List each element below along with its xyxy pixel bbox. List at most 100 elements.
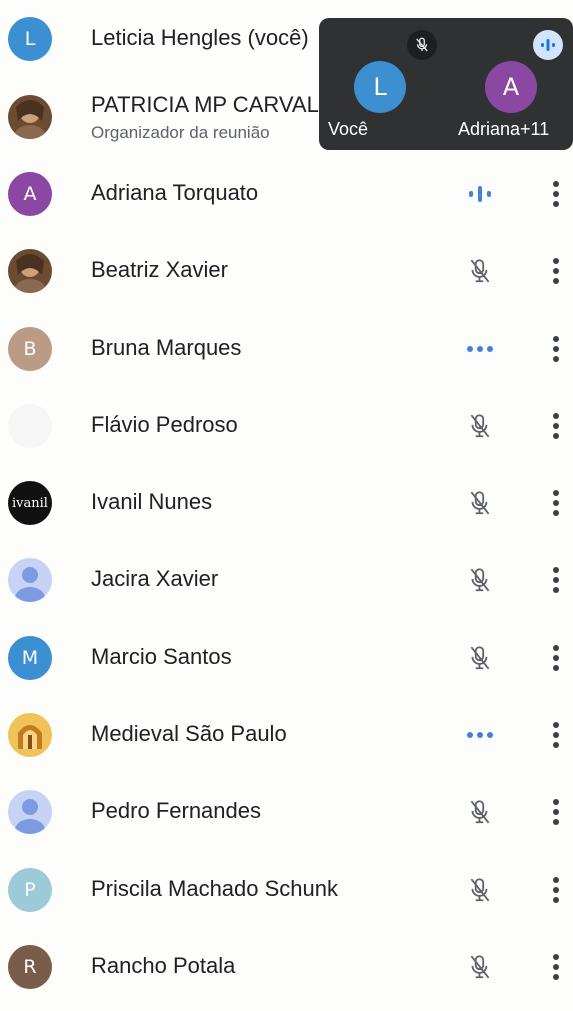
more-vert-icon: [553, 336, 559, 362]
avatar: A: [8, 172, 52, 216]
audio-level-icon: [469, 186, 491, 202]
more-options-button[interactable]: [544, 795, 568, 829]
more-vert-icon: [553, 413, 559, 439]
avatar-text: ivanil: [12, 495, 48, 511]
more-options-button[interactable]: [544, 950, 568, 984]
participant-name: Bruna Marques: [91, 335, 242, 360]
participant-name: Ivanil Nunes: [91, 489, 213, 514]
avatar: [8, 249, 52, 293]
avatar: B: [8, 327, 52, 371]
participant-name: Marcio Santos: [91, 644, 232, 669]
speaking-badge: [533, 30, 563, 60]
avatar: P: [8, 868, 52, 912]
photo-avatar-icon: [8, 95, 52, 139]
speaking-status: [463, 177, 497, 211]
participant-name: Flávio Pedroso: [91, 412, 238, 437]
avatar: [8, 95, 52, 139]
mic-off-icon: [470, 646, 490, 670]
more-vert-icon: [553, 877, 559, 903]
more-options-button[interactable]: [544, 409, 568, 443]
participant-row[interactable]: Medieval São Paulo: [0, 701, 573, 779]
mute-status: [463, 641, 497, 675]
connecting-dots-icon: [467, 732, 493, 738]
participant-name: Leticia Hengles (você): [91, 25, 309, 50]
mute-status: [463, 254, 497, 288]
medieval-logo-icon: [8, 713, 52, 757]
participant-name: Medieval São Paulo: [91, 721, 287, 746]
connecting-dots-icon: [467, 346, 493, 352]
mic-off-icon: [470, 568, 490, 592]
participant-row[interactable]: Pedro Fernandes: [0, 778, 573, 856]
avatar-initial: B: [23, 338, 37, 360]
more-vert-icon: [553, 799, 559, 825]
mute-status: [463, 486, 497, 520]
more-vert-icon: [553, 258, 559, 284]
mic-off-icon: [470, 491, 490, 515]
participant-row[interactable]: ivanil Ivanil Nunes: [0, 469, 573, 547]
participant-row[interactable]: Flávio Pedroso: [0, 392, 573, 470]
mic-off-icon: [416, 37, 428, 52]
mic-off-badge[interactable]: [407, 30, 437, 60]
more-options-button[interactable]: [544, 641, 568, 675]
more-options-button[interactable]: [544, 563, 568, 597]
more-options-button[interactable]: [544, 486, 568, 520]
avatar-initial: L: [24, 28, 36, 50]
avatar: [8, 713, 52, 757]
participant-row[interactable]: A Adriana Torquato: [0, 160, 573, 238]
other-avatar: A: [485, 61, 537, 113]
mute-status: [463, 873, 497, 907]
mic-off-icon: [470, 955, 490, 979]
mute-status: [463, 950, 497, 984]
avatar-initial: A: [23, 183, 37, 205]
more-options-button[interactable]: [544, 177, 568, 211]
connecting-status: [463, 718, 497, 752]
participant-row[interactable]: R Rancho Potala: [0, 933, 573, 1011]
photo-avatar-icon: [8, 249, 52, 293]
participant-row[interactable]: B Bruna Marques: [0, 315, 573, 393]
avatar: [8, 558, 52, 602]
person-avatar-icon: [8, 558, 52, 602]
mic-off-icon: [470, 414, 490, 438]
avatar: [8, 404, 52, 448]
more-vert-icon: [553, 181, 559, 207]
participant-name: Rancho Potala: [91, 953, 236, 978]
participant-name: Beatriz Xavier: [91, 257, 228, 282]
avatar: [8, 790, 52, 834]
person-avatar-icon: [8, 790, 52, 834]
participant-name: Priscila Machado Schunk: [91, 876, 339, 901]
self-view-overlay[interactable]: L A Você Adriana+11: [319, 18, 573, 150]
mic-off-icon: [470, 800, 490, 824]
mic-off-icon: [470, 259, 490, 283]
other-label: Adriana+11: [458, 119, 550, 139]
participant-name: Pedro Fernandes: [91, 798, 261, 823]
avatar-initial: M: [21, 647, 39, 669]
mute-status: [463, 563, 497, 597]
self-avatar: L: [354, 61, 406, 113]
avatar-initial: P: [24, 879, 36, 901]
more-options-button[interactable]: [544, 254, 568, 288]
participant-row[interactable]: M Marcio Santos: [0, 624, 573, 702]
participant-row[interactable]: P Priscila Machado Schunk: [0, 856, 573, 934]
participant-row[interactable]: Jacira Xavier: [0, 546, 573, 624]
avatar: L: [8, 17, 52, 61]
blank-avatar-icon: [8, 404, 52, 448]
avatar: ivanil: [8, 481, 52, 525]
more-options-button[interactable]: [544, 718, 568, 752]
participant-name: PATRICIA MP CARVALHO: [91, 92, 352, 117]
more-vert-icon: [553, 645, 559, 671]
more-options-button[interactable]: [544, 873, 568, 907]
avatar-initial: R: [23, 956, 37, 978]
audio-level-icon: [541, 39, 555, 51]
participant-row[interactable]: Beatriz Xavier: [0, 237, 573, 315]
more-options-button[interactable]: [544, 332, 568, 366]
participant-role: Organizador da reunião: [91, 123, 270, 142]
participant-name: Adriana Torquato: [91, 180, 259, 205]
more-vert-icon: [553, 490, 559, 516]
mute-status: [463, 795, 497, 829]
more-vert-icon: [553, 567, 559, 593]
more-vert-icon: [553, 722, 559, 748]
more-vert-icon: [553, 954, 559, 980]
participant-name: Jacira Xavier: [91, 566, 219, 591]
avatar: M: [8, 636, 52, 680]
connecting-status: [463, 332, 497, 366]
